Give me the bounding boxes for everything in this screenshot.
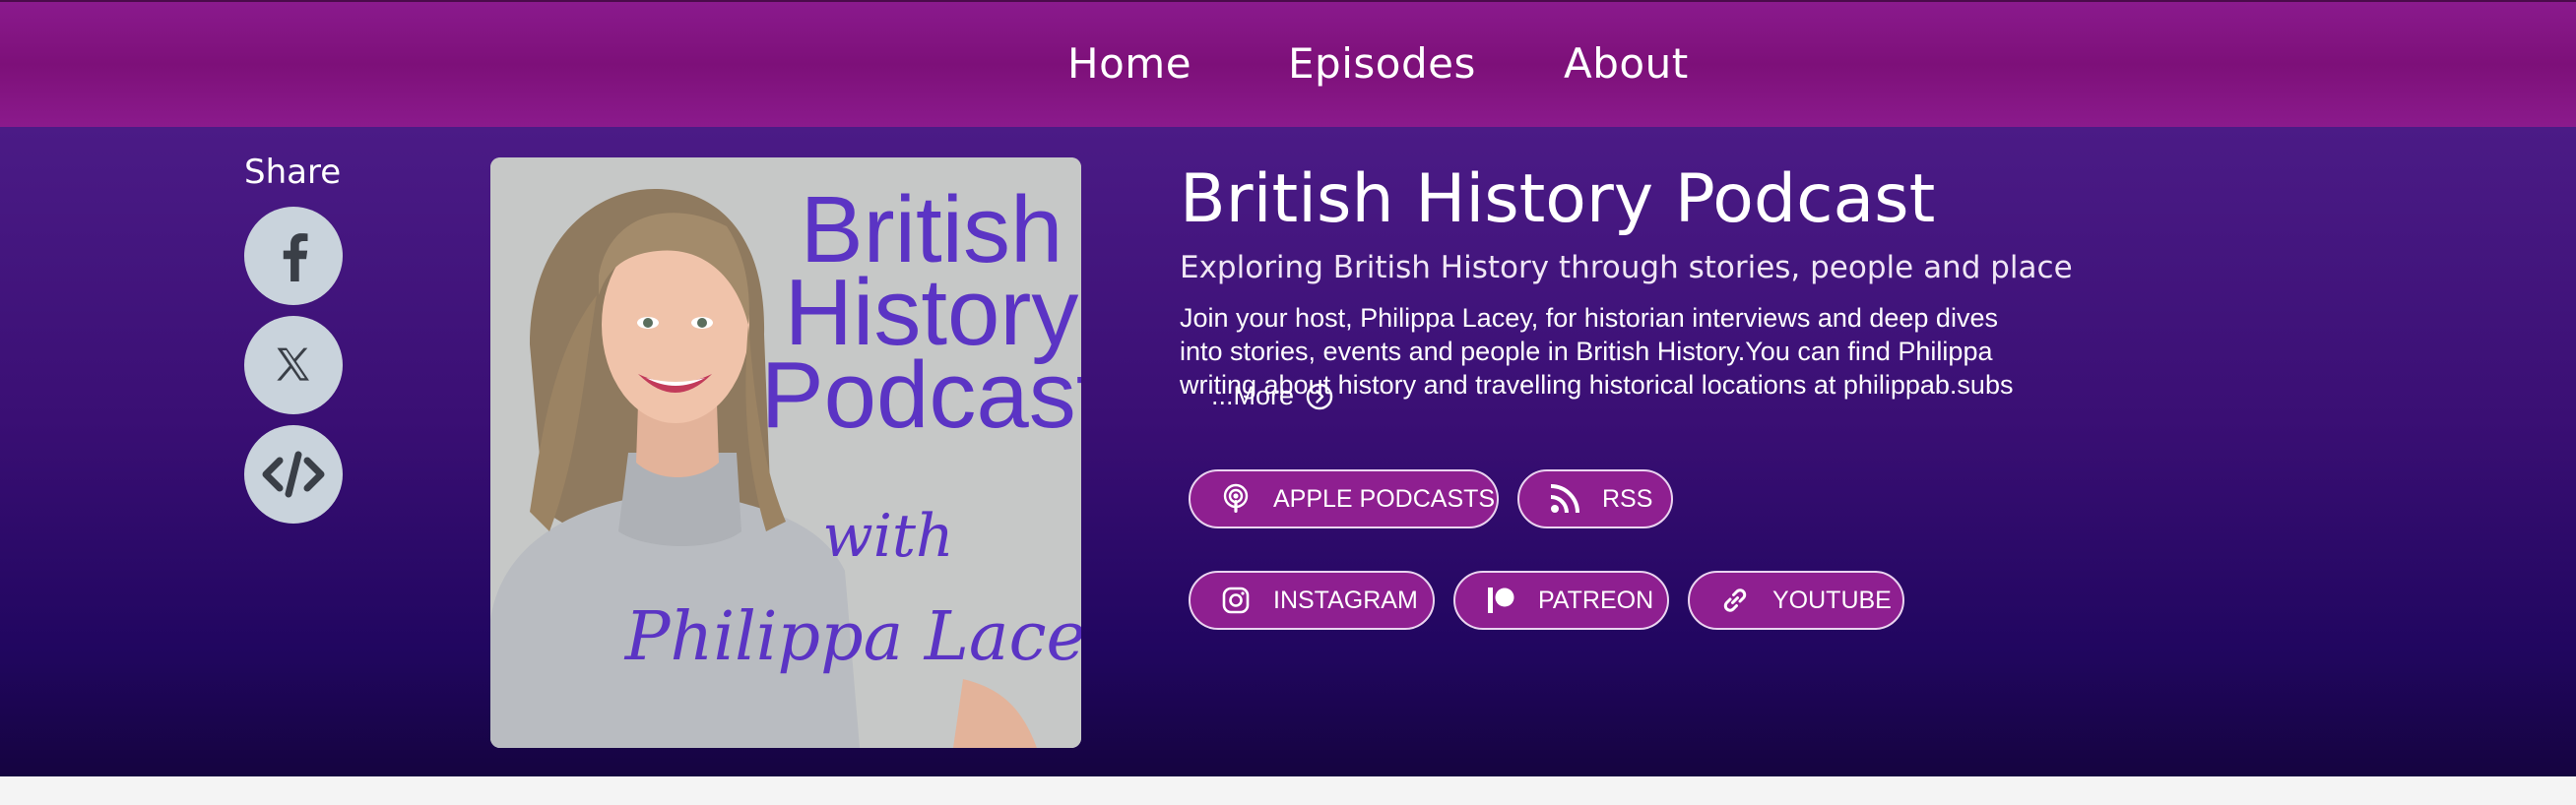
x-icon — [277, 347, 309, 381]
instagram-button[interactable]: INSTAGRAM — [1189, 571, 1435, 630]
podcast-cover-art[interactable]: British History Podcast with Philippa La… — [490, 157, 1081, 748]
chevron-right-circle-icon — [1306, 383, 1333, 409]
embed-icon — [262, 451, 325, 498]
youtube-label: YOUTUBE — [1772, 586, 1892, 614]
apple-podcasts-label: APPLE PODCASTS — [1273, 484, 1496, 513]
facebook-icon — [283, 233, 308, 281]
podcast-icon — [1220, 483, 1252, 515]
instagram-icon — [1220, 585, 1252, 616]
share-label: Share — [244, 153, 342, 192]
cover-host-name: Philippa Lacey — [623, 598, 1081, 676]
host-portrait-illustration: British History Podcast with Philippa La… — [490, 157, 1081, 748]
nav-episodes-link[interactable]: Episodes — [1288, 39, 1476, 88]
podcast-title: British History Podcast — [1180, 160, 1936, 238]
youtube-button[interactable]: YOUTUBE — [1688, 571, 1904, 630]
nav-about-link[interactable]: About — [1564, 39, 1689, 88]
patreon-icon — [1485, 585, 1516, 616]
top-navigation: Home Episodes About — [0, 0, 2576, 127]
more-link[interactable]: ...More — [1211, 381, 1333, 411]
share-x-button[interactable] — [244, 316, 343, 414]
page-footer-strip — [0, 776, 2576, 805]
share-facebook-button[interactable] — [244, 207, 343, 305]
rss-label: RSS — [1602, 484, 1653, 513]
share-embed-button[interactable] — [244, 425, 343, 524]
rss-button[interactable]: RSS — [1517, 469, 1673, 528]
link-icon — [1719, 585, 1751, 616]
apple-podcasts-button[interactable]: APPLE PODCASTS — [1189, 469, 1499, 528]
nav-home-link[interactable]: Home — [1067, 39, 1191, 88]
patreon-label: PATREON — [1538, 586, 1654, 614]
instagram-label: INSTAGRAM — [1273, 586, 1418, 614]
cover-with-text: with — [822, 502, 953, 571]
patreon-button[interactable]: PATREON — [1453, 571, 1669, 630]
cover-title-line3: Podcast — [761, 342, 1081, 448]
rss-icon — [1549, 483, 1580, 515]
more-label: ...More — [1211, 381, 1295, 410]
podcast-subtitle: Exploring British History through storie… — [1180, 250, 2073, 285]
podcast-hero: Share British History Podcast with Phili… — [0, 127, 2576, 776]
